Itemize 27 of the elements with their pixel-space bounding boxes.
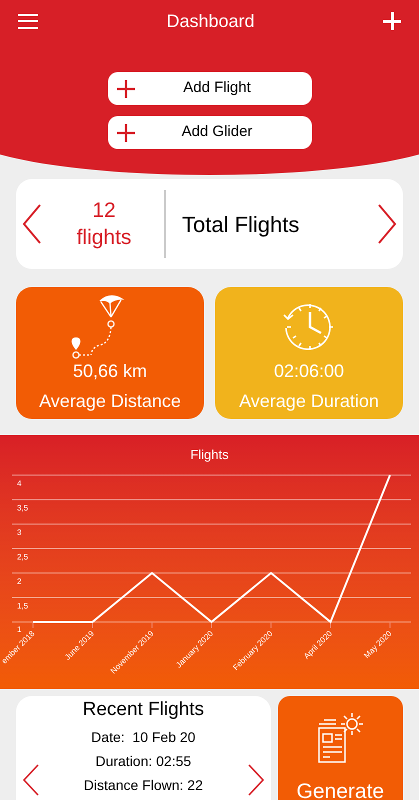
add-button[interactable]: Add Glider: [108, 116, 312, 149]
stat-value: 50,66 km: [72, 360, 148, 383]
flight-count: 12 flights: [76, 198, 132, 251]
stat-label: Average Distance: [39, 390, 181, 413]
menu-icon[interactable]: [18, 14, 38, 28]
y-tick-label: 1: [17, 624, 22, 634]
plus-icon: [116, 80, 134, 98]
flight-detail: Date: 10 Feb 20: [91, 728, 196, 746]
flight-detail: Distance Flown: 22: [84, 776, 203, 794]
stat-label: Average Duration: [239, 390, 379, 413]
add-icon[interactable]: [383, 12, 401, 30]
y-tick-label: 4: [17, 479, 22, 488]
flight-detail: Duration: 02:55: [95, 752, 192, 770]
card-title: Recent Flights: [82, 698, 204, 722]
previous-arrow-icon[interactable]: [22, 764, 40, 796]
plus-icon: [116, 124, 134, 142]
y-tick-label: 3: [17, 528, 22, 538]
total-flights-label: Total Flights: [182, 210, 300, 239]
chart-title: Flights: [189, 446, 230, 464]
y-tick-label: 2,5: [17, 552, 28, 562]
screen-title: Dashboard: [166, 10, 255, 32]
add-button[interactable]: Add Flight: [108, 72, 312, 105]
y-tick-label: 1,5: [17, 601, 28, 610]
stat-value: 02:06:00: [274, 360, 344, 383]
y-tick-label: 3,5: [17, 504, 28, 513]
next-arrow-icon[interactable]: [246, 764, 265, 796]
y-tick-label: 2: [17, 577, 22, 586]
